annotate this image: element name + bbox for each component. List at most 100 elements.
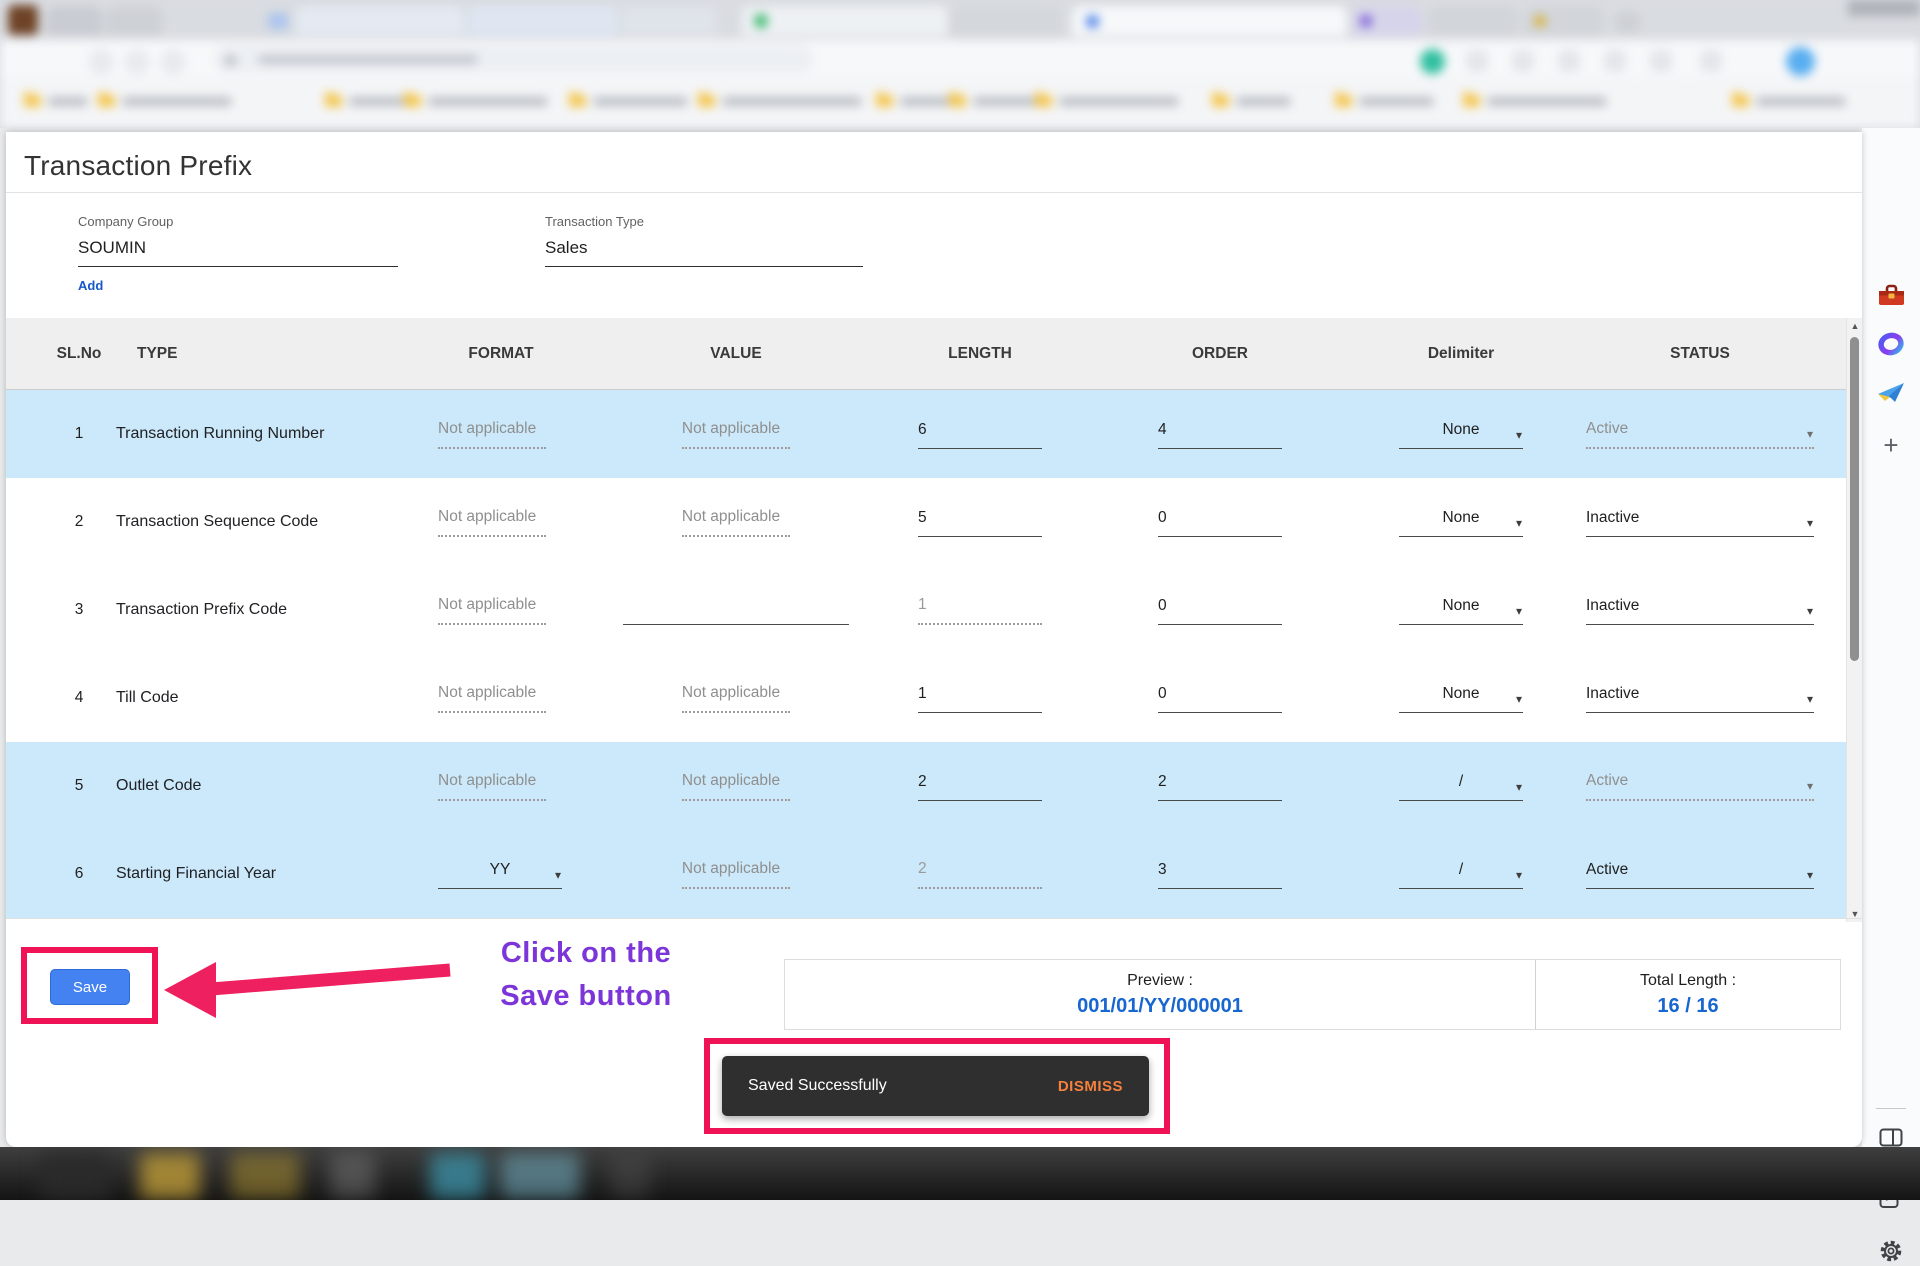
add-icon[interactable]: + — [1876, 430, 1906, 460]
length-input[interactable]: 6 — [918, 420, 1042, 449]
table-cell: Not applicable — [566, 419, 906, 449]
taskbar-app[interactable] — [40, 1153, 110, 1199]
table-cell: None▾ — [1386, 596, 1566, 625]
table-cell: None▾ — [1386, 420, 1566, 449]
browser-tab[interactable] — [468, 6, 618, 36]
table-scrollbar[interactable]: ▲ ▼ — [1846, 318, 1862, 922]
send-icon[interactable] — [1876, 378, 1906, 408]
bookmark-label — [1756, 97, 1846, 106]
bookmark-item[interactable] — [876, 95, 950, 107]
delimiter-select[interactable]: None▾ — [1399, 596, 1523, 625]
order-input[interactable]: 0 — [1158, 596, 1282, 625]
delimiter-select[interactable]: /▾ — [1399, 860, 1523, 889]
annotation-text: Click on the Save button — [426, 932, 746, 1018]
scrollbar-thumb[interactable] — [1850, 337, 1859, 661]
order-input[interactable]: 3 — [1158, 860, 1282, 889]
total-length-label: Total Length : — [1640, 972, 1736, 990]
table-cell: Inactive▾ — [1566, 596, 1846, 625]
extension-icon[interactable] — [1420, 49, 1445, 74]
browser-tab[interactable] — [950, 6, 1062, 36]
browser-tab[interactable] — [742, 6, 947, 36]
length-input[interactable]: 5 — [918, 508, 1042, 537]
taskbar-app[interactable] — [610, 1153, 650, 1199]
toolbar-icon[interactable] — [1700, 50, 1722, 72]
status-select[interactable]: Inactive▾ — [1586, 684, 1814, 713]
toast-message: Saved Successfully — [748, 1077, 887, 1095]
taskbar[interactable] — [0, 1147, 1920, 1200]
tab-group-chip[interactable] — [268, 13, 288, 29]
company-group-input[interactable]: SOUMIN — [78, 238, 398, 267]
bookmark-item[interactable] — [1463, 95, 1607, 107]
toolbar-icon[interactable] — [1558, 50, 1580, 72]
new-tab-button[interactable] — [1616, 12, 1640, 32]
table-cell: 4 — [1146, 420, 1386, 449]
bookmark-item[interactable] — [24, 95, 88, 107]
loop-icon[interactable] — [1876, 329, 1906, 359]
status-select[interactable]: Active▾ — [1586, 860, 1814, 889]
nav-button[interactable] — [124, 49, 150, 75]
taskbar-app[interactable] — [330, 1153, 375, 1199]
taskbar-app[interactable] — [230, 1153, 300, 1199]
save-button[interactable]: Save — [50, 969, 130, 1005]
window-controls[interactable] — [1848, 0, 1920, 16]
title-divider — [6, 192, 1862, 193]
browser-side-panel: + — [1862, 128, 1920, 1147]
browser-tab[interactable] — [1428, 6, 1518, 36]
select-value: Active — [1586, 771, 1628, 790]
delimiter-select[interactable]: None▾ — [1399, 684, 1523, 713]
nav-button[interactable] — [88, 49, 114, 75]
value-field[interactable] — [623, 596, 849, 625]
toolbar-icon[interactable] — [1604, 50, 1626, 72]
delimiter-select[interactable]: /▾ — [1399, 772, 1523, 801]
bookmarks-bar — [0, 77, 1920, 128]
profile-avatar[interactable] — [1786, 47, 1815, 76]
status-select[interactable]: Inactive▾ — [1586, 596, 1814, 625]
slno-value: 2 — [75, 513, 84, 531]
browser-tab[interactable] — [46, 6, 102, 36]
bookmark-item[interactable] — [1035, 95, 1179, 107]
browser-tab[interactable] — [106, 6, 162, 36]
table-cell: Not applicable — [566, 507, 906, 537]
taskbar-app[interactable] — [500, 1153, 580, 1199]
toolbar-icon[interactable] — [1512, 50, 1534, 72]
bookmark-item[interactable] — [1212, 95, 1291, 107]
delimiter-select[interactable]: None▾ — [1399, 508, 1523, 537]
browser-tab[interactable] — [622, 6, 717, 36]
table-row-5: 5Outlet CodeNot applicableNot applicable… — [6, 742, 1846, 830]
length-input[interactable]: 1 — [918, 684, 1042, 713]
length-input[interactable]: 2 — [918, 772, 1042, 801]
bookmark-item[interactable] — [949, 95, 1038, 107]
bookmark-item[interactable] — [1335, 95, 1434, 107]
bookmark-item[interactable] — [698, 95, 862, 107]
scrollbar-up-icon[interactable]: ▲ — [1847, 321, 1863, 331]
bookmark-item[interactable] — [404, 95, 548, 107]
add-link[interactable]: Add — [78, 278, 103, 293]
header-delimiter: Delimiter — [1399, 345, 1523, 363]
bookmark-item[interactable] — [325, 95, 409, 107]
order-input[interactable]: 2 — [1158, 772, 1282, 801]
table-cell: 0 — [1146, 508, 1386, 537]
taskbar-app[interactable] — [430, 1153, 485, 1199]
chevron-down-icon: ▾ — [1807, 428, 1813, 440]
browser-tab[interactable] — [296, 6, 464, 36]
bookmark-item[interactable] — [1732, 95, 1846, 107]
order-input[interactable]: 0 — [1158, 508, 1282, 537]
bookmark-item[interactable] — [98, 95, 232, 107]
toolbar-icon[interactable] — [1650, 50, 1672, 72]
nav-button[interactable] — [160, 49, 186, 75]
transaction-type-input[interactable]: Sales — [545, 238, 863, 267]
settings-icon[interactable] — [1876, 1236, 1906, 1266]
format-select[interactable]: YY▾ — [438, 860, 562, 889]
browser-tab[interactable] — [1072, 6, 1347, 36]
order-input[interactable]: 4 — [1158, 420, 1282, 449]
status-select[interactable]: Inactive▾ — [1586, 508, 1814, 537]
table-cell: 1 — [42, 425, 116, 443]
bookmark-item[interactable] — [569, 95, 688, 107]
table-cell: 3 — [1146, 860, 1386, 889]
delimiter-select[interactable]: None▾ — [1399, 420, 1523, 449]
toolbox-icon[interactable] — [1876, 280, 1906, 310]
toolbar-icon[interactable] — [1466, 50, 1488, 72]
dismiss-button[interactable]: DISMISS — [1058, 1078, 1123, 1095]
taskbar-app[interactable] — [140, 1153, 200, 1199]
order-input[interactable]: 0 — [1158, 684, 1282, 713]
